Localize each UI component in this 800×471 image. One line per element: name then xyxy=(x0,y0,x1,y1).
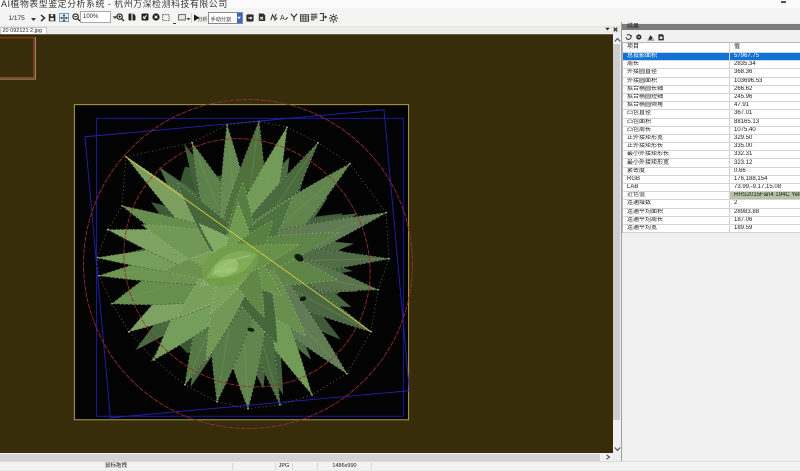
svg-text:A: A xyxy=(280,15,285,21)
